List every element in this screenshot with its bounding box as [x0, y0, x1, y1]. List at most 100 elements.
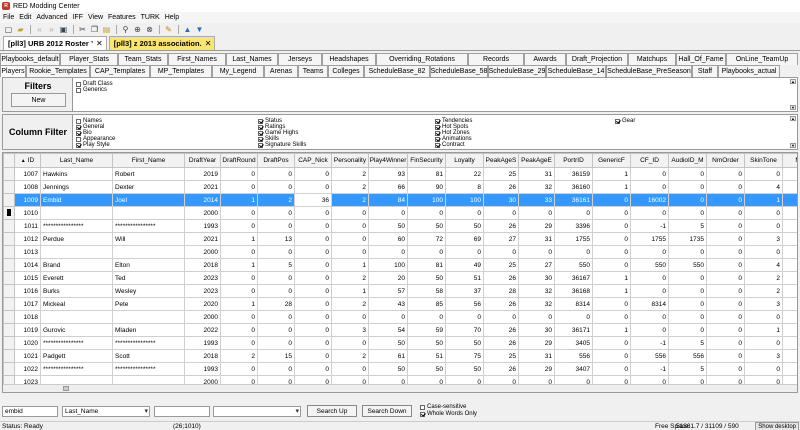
cell-peakages[interactable]: 26	[483, 219, 519, 233]
cell-nmorder[interactable]: 0	[706, 193, 745, 207]
cell-play4winner[interactable]: 57	[368, 284, 408, 298]
cell-loyalty[interactable]: 100	[445, 193, 484, 207]
cell-first-name[interactable]: ****************	[112, 362, 185, 376]
doc-tab-association[interactable]: [pll3] z 2013 association. ✕	[108, 36, 216, 50]
cell-portrid[interactable]: 36167	[554, 271, 593, 285]
cell-cf-id[interactable]: 0	[630, 284, 669, 298]
tab-playbooks-actual[interactable]: Playbooks_actual	[718, 65, 780, 77]
tab-online-teamup[interactable]: OnLine_TeamUp	[726, 53, 798, 65]
horizontal-scrollbar[interactable]	[3, 384, 797, 392]
cell-play4winner[interactable]: 54	[368, 323, 408, 337]
cell-id[interactable]: 1018	[14, 310, 41, 324]
cell-last-name[interactable]: Padgett	[40, 349, 113, 363]
cell-peakagee[interactable]: 29	[518, 336, 555, 350]
cell-draftyear[interactable]: 2022	[184, 323, 221, 337]
cell-draftpos[interactable]: 15	[257, 349, 295, 363]
cell-draftround[interactable]: 1	[220, 297, 258, 311]
cell-draftpos[interactable]: 5	[257, 258, 295, 272]
cell-id[interactable]: 1019	[14, 323, 41, 337]
cell-draftyear[interactable]: 2020	[184, 297, 221, 311]
tab-my-legend[interactable]: My_Legend	[212, 65, 264, 77]
cell-peakagee[interactable]: 0	[518, 206, 555, 220]
cell-mus[interactable]	[782, 323, 797, 337]
cell-id[interactable]: 1022	[14, 362, 41, 376]
cell-portrid[interactable]: 556	[554, 349, 593, 363]
cell-nmorder[interactable]: 0	[706, 232, 745, 246]
cell-cap-nick[interactable]: 36	[294, 193, 332, 207]
cell-mus[interactable]	[782, 310, 797, 324]
table-row[interactable]: 1014 Brand Elton 2018 1 5 0 1 100 81 49 25 27 550 0 550…	[3, 258, 797, 272]
cell-cf-id[interactable]: 550	[630, 258, 669, 272]
menu-features[interactable]: Features	[108, 14, 136, 21]
cell-cap-nick[interactable]: 0	[294, 219, 332, 233]
cell-finsecurity[interactable]: 81	[407, 167, 446, 181]
tab-player-stats[interactable]: Player_Stats	[60, 53, 118, 65]
cell-finsecurity[interactable]: 0	[407, 206, 446, 220]
cell-draftround[interactable]: 0	[220, 206, 258, 220]
cell-skintone[interactable]: 3	[744, 297, 783, 311]
column-header-portrid[interactable]: PortrID	[554, 153, 593, 168]
cell-personality[interactable]: 2	[331, 193, 369, 207]
column-header-nmorder[interactable]: NmOrder	[706, 153, 745, 168]
table-row[interactable]: 1018 2000 0 0 0 0 0 0 0 0 0 0 0 0 0 0 0	[3, 310, 797, 324]
cell-peakagee[interactable]: 31	[518, 349, 555, 363]
search-input[interactable]: embid	[2, 406, 58, 417]
cell-first-name[interactable]	[112, 310, 185, 324]
cell-portrid[interactable]: 3407	[554, 362, 593, 376]
cell-nmorder[interactable]: 0	[706, 258, 745, 272]
cell-personality[interactable]: 0	[331, 232, 369, 246]
tab-matchups[interactable]: Matchups	[628, 53, 676, 65]
cell-draftpos[interactable]: 0	[257, 284, 295, 298]
cell-draftround[interactable]: 0	[220, 323, 258, 337]
cell-draftround[interactable]: 0	[220, 180, 258, 194]
whole-words-checkbox[interactable]: Whole Words Only	[420, 411, 477, 417]
cell-cf-id[interactable]: 16002	[630, 193, 669, 207]
cell-first-name[interactable]: Robert	[112, 167, 185, 181]
cell-draftyear[interactable]: 2014	[184, 193, 221, 207]
cell-portrid[interactable]: 36161	[554, 193, 593, 207]
cell-peakagee[interactable]: 30	[518, 271, 555, 285]
cell-play4winner[interactable]: 50	[368, 362, 408, 376]
cell-nmorder[interactable]: 0	[706, 349, 745, 363]
row-header[interactable]	[3, 336, 15, 350]
cell-skintone[interactable]: 0	[744, 362, 783, 376]
cell-id[interactable]: 1014	[14, 258, 41, 272]
column-header-cap-nick[interactable]: CAP_Nick	[294, 153, 332, 168]
cell-first-name[interactable]	[112, 245, 185, 259]
cell-id[interactable]: 1011	[14, 219, 41, 233]
cell-personality[interactable]: 0	[331, 362, 369, 376]
cell-cap-nick[interactable]: 0	[294, 206, 332, 220]
checkbox-box[interactable]	[435, 142, 440, 148]
cell-peakagee[interactable]: 0	[518, 310, 555, 324]
cell-personality[interactable]: 1	[331, 258, 369, 272]
cell-finsecurity[interactable]: 72	[407, 232, 446, 246]
cell-personality[interactable]: 0	[331, 219, 369, 233]
cell-finsecurity[interactable]: 81	[407, 258, 446, 272]
cell-audioid-m[interactable]: 5	[668, 336, 707, 350]
cell-cap-nick[interactable]: 0	[294, 323, 332, 337]
cell-draftround[interactable]: 0	[220, 336, 258, 350]
cell-id[interactable]: 1012	[14, 232, 41, 246]
forward-icon[interactable]: »	[46, 25, 57, 35]
cell-draftpos[interactable]: 0	[257, 271, 295, 285]
cell-peakages[interactable]: 0	[483, 245, 519, 259]
cell-nmorder[interactable]: 0	[706, 323, 745, 337]
tab-colleges[interactable]: Colleges	[328, 65, 364, 77]
cell-draftyear[interactable]: 2021	[184, 180, 221, 194]
cell-id[interactable]: 1010	[14, 206, 41, 220]
cell-mus[interactable]	[782, 297, 797, 311]
cell-first-name[interactable]: Joel	[112, 193, 185, 207]
checkbox-box[interactable]	[435, 130, 440, 136]
cell-draftyear[interactable]: 2019	[184, 167, 221, 181]
cell-play4winner[interactable]: 61	[368, 349, 408, 363]
cell-id[interactable]: 1020	[14, 336, 41, 350]
table-row[interactable]: 1011 **************** **************** 1993…	[3, 219, 797, 233]
find-icon[interactable]: ⚲	[120, 25, 131, 35]
cell-peakages[interactable]: 26	[483, 180, 519, 194]
table-row[interactable]: 1020 **************** **************** 1993…	[3, 336, 797, 350]
cell-portrid[interactable]: 3405	[554, 336, 593, 350]
cell-last-name[interactable]: Hawkins	[40, 167, 113, 181]
cell-play4winner[interactable]: 60	[368, 232, 408, 246]
cell-finsecurity[interactable]: 59	[407, 323, 446, 337]
cell-portrid[interactable]: 8314	[554, 297, 593, 311]
